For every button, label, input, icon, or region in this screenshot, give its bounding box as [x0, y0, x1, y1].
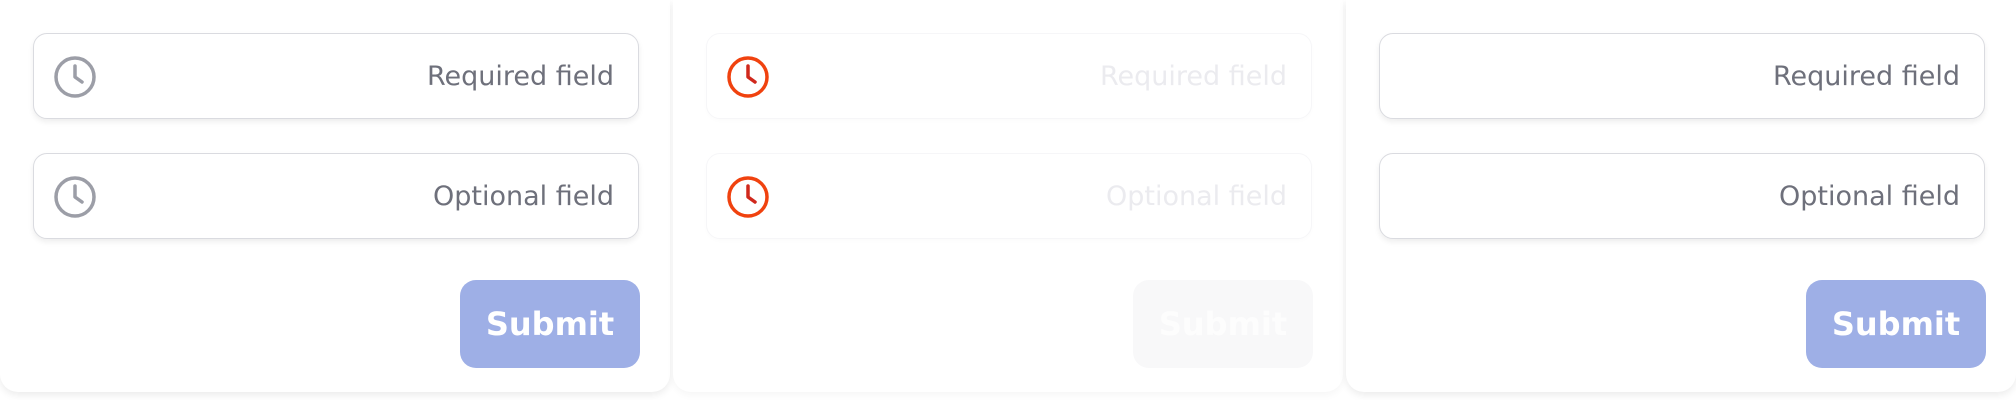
required-field[interactable]: Required field — [33, 33, 639, 119]
submit-button[interactable]: Submit — [460, 280, 640, 368]
form-panel-no-icon: Required field Optional field Submit — [1346, 0, 2016, 392]
optional-field[interactable]: Optional field — [706, 153, 1312, 239]
clock-icon — [727, 56, 769, 98]
submit-button[interactable]: Submit — [1133, 280, 1313, 368]
form-variants-stage: Required field Optional field Submit Req… — [0, 0, 2016, 400]
required-field-label: Required field — [426, 61, 614, 92]
clock-icon — [54, 56, 96, 98]
form-panel-default: Required field Optional field Submit — [0, 0, 670, 392]
optional-field-label: Optional field — [433, 181, 614, 212]
required-field[interactable]: Required field — [1379, 33, 1985, 119]
required-field-label: Required field — [1099, 61, 1287, 92]
optional-field[interactable]: Optional field — [1379, 153, 1985, 239]
clock-icon — [54, 176, 96, 218]
submit-button[interactable]: Submit — [1806, 280, 1986, 368]
optional-field[interactable]: Optional field — [33, 153, 639, 239]
optional-field-label: Optional field — [1106, 181, 1287, 212]
optional-field-label: Optional field — [1779, 181, 1960, 212]
required-field[interactable]: Required field — [706, 33, 1312, 119]
required-field-label: Required field — [1772, 61, 1960, 92]
clock-icon — [727, 176, 769, 218]
form-panel-disabled: Required field Optional field Submit — [673, 0, 1343, 392]
